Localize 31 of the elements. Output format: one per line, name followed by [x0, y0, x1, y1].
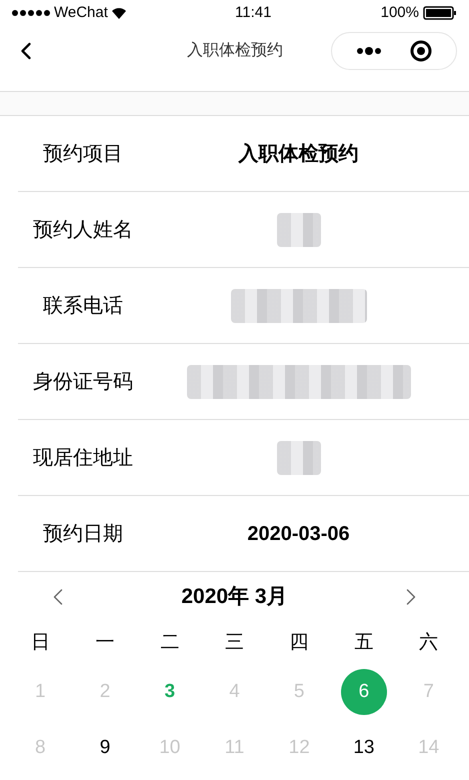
calendar-day[interactable]: 6 [340, 669, 387, 715]
blurred-value [276, 212, 320, 246]
weekday-label: 二 [159, 630, 180, 655]
weekday-label: 五 [353, 630, 374, 655]
carrier-name: WeChat [54, 2, 108, 23]
clock-time: 11:41 [235, 2, 272, 23]
calendar-day[interactable]: 3 [146, 669, 193, 715]
field-label: 联系电话 [42, 294, 124, 318]
field-value: 入职体检预约 [238, 142, 358, 166]
field-label: 预约人姓名 [32, 218, 134, 242]
field-label: 身份证号码 [32, 370, 134, 394]
signal-icon [12, 10, 50, 16]
battery-percent: 100% [380, 2, 419, 23]
more-icon[interactable] [356, 47, 382, 55]
weekday-label: 三 [224, 630, 245, 655]
month-title: 2020年 3月 [181, 584, 288, 610]
calendar-day[interactable]: 13 [340, 725, 387, 771]
weekday-label: 六 [418, 630, 440, 655]
field-value: 2020-03-06 [247, 522, 350, 546]
weekday-label: 日 [30, 630, 51, 655]
weekday-label: 四 [288, 630, 310, 655]
field-label: 预约日期 [42, 522, 124, 546]
weekday-label: 一 [94, 630, 116, 655]
blurred-value [276, 440, 320, 474]
capsule-menu[interactable] [331, 32, 457, 70]
calendar-day[interactable]: 9 [82, 725, 128, 771]
battery-icon [422, 6, 457, 20]
page-title: 入职体检预约 [186, 40, 284, 61]
wifi-icon [112, 8, 126, 18]
field-label: 现居住地址 [32, 446, 134, 470]
field-label: 预约项目 [42, 142, 124, 166]
